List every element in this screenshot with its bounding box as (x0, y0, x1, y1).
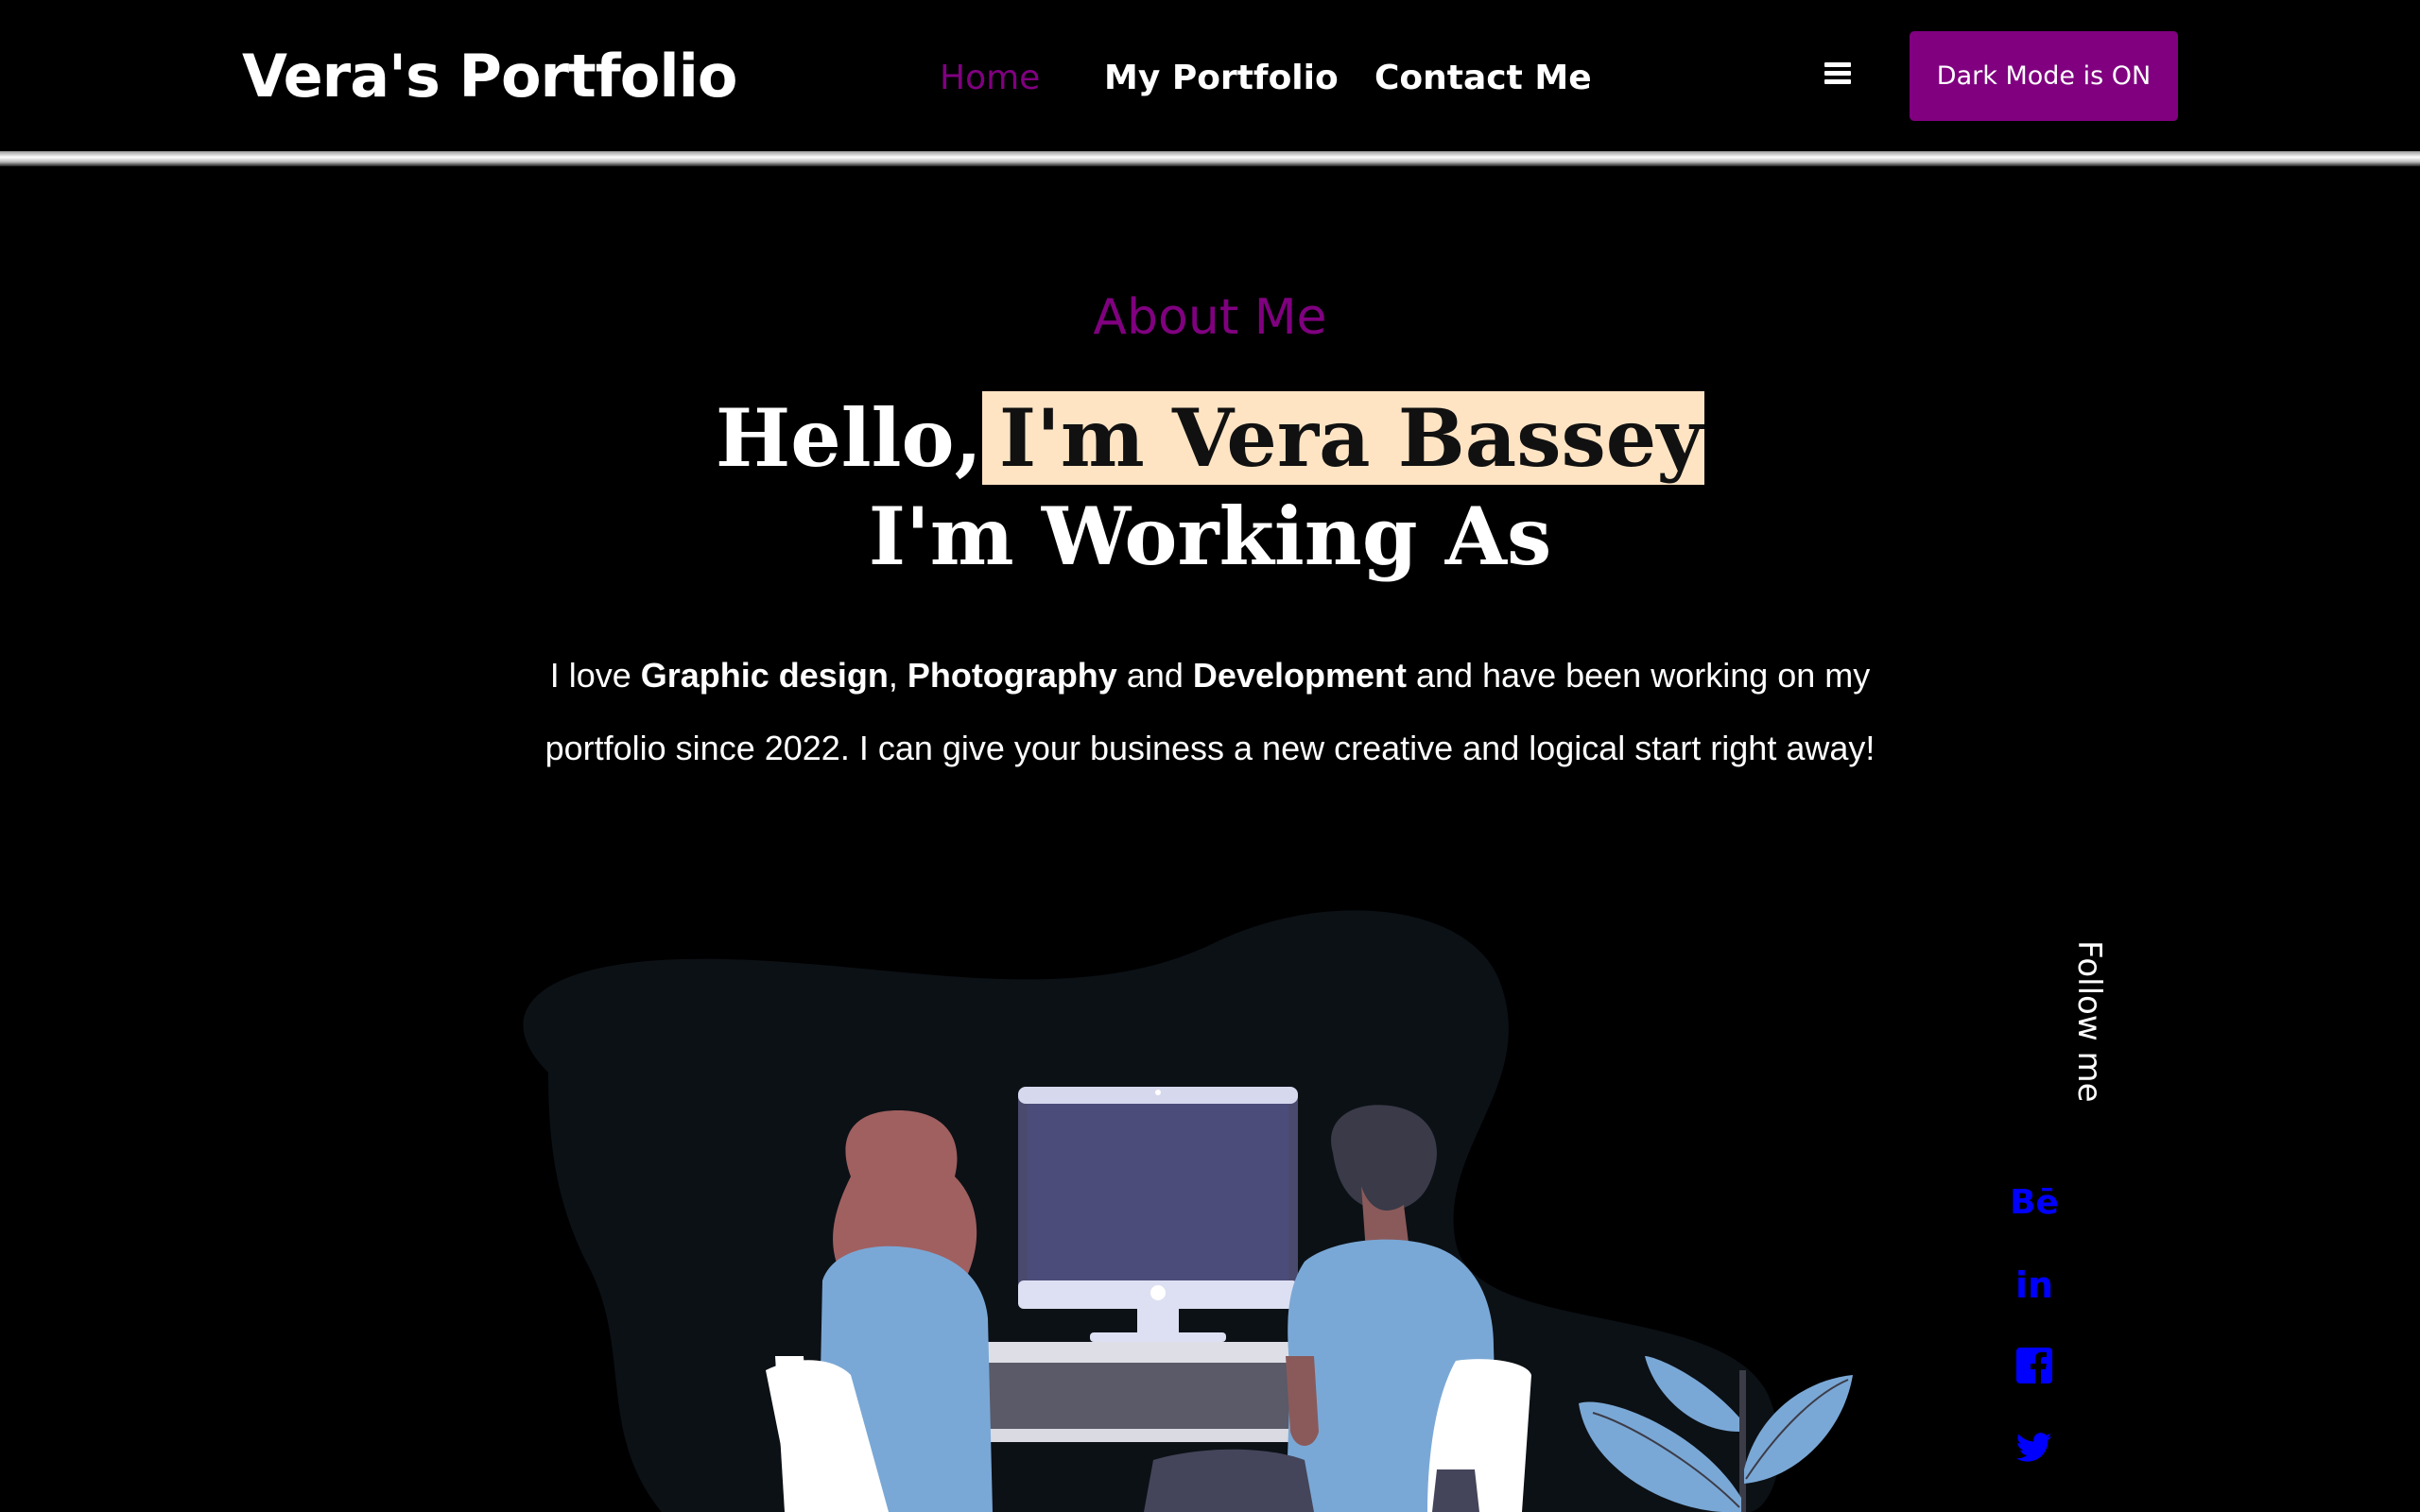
linkedin-icon[interactable]: in (2014, 1264, 2055, 1306)
skill-photography: Photography (907, 656, 1117, 695)
hero-greeting: Hello, (715, 391, 982, 485)
facebook-glyph (2016, 1348, 2052, 1383)
twitter-icon[interactable] (2014, 1429, 2055, 1467)
skill-graphic-design: Graphic design (640, 656, 889, 695)
about-description: I love Graphic design, Photography and D… (544, 656, 1876, 767)
twitter-glyph (2016, 1433, 2052, 1462)
about-section-title: About Me (1093, 289, 1327, 346)
working-illustration (523, 910, 1853, 1512)
hero-line-1: Hello, I'm Vera Bassey (0, 389, 2420, 488)
hamburger-icon[interactable] (1824, 62, 1851, 85)
hero-line-2: I'm Working As (868, 490, 1552, 583)
nav-link-contact-me[interactable]: Contact Me (1374, 59, 1592, 97)
skill-development: Development (1192, 656, 1407, 695)
nav-link-my-portfolio[interactable]: My Portfolio (1104, 59, 1339, 97)
dark-mode-toggle-button[interactable]: Dark Mode is ON (1910, 31, 2178, 121)
navbar: Vera's Portfolio Home My Portfolio Conta… (0, 0, 2420, 154)
nav-link-home[interactable]: Home (940, 59, 1040, 97)
site-logo[interactable]: Vera's Portfolio (242, 42, 737, 111)
hero-heading: Hello, I'm Vera Bassey I'm Working As (0, 389, 2420, 586)
facebook-icon[interactable] (2014, 1347, 2055, 1384)
navbar-divider (0, 151, 2420, 166)
follow-me-label: Follow me (2070, 940, 2108, 1103)
hero-name-highlight: I'm Vera Bassey (981, 391, 1705, 485)
behance-icon[interactable]: Bē (2010, 1183, 2059, 1222)
